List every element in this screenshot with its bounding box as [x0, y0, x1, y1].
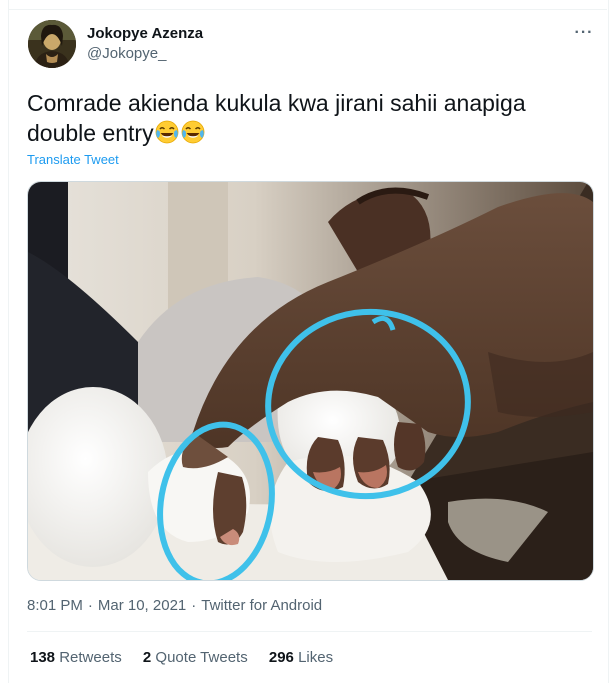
translate-tweet-link[interactable]: Translate Tweet: [27, 152, 119, 167]
tweet-source[interactable]: Twitter for Android: [201, 597, 322, 614]
quote-tweets-count: 2: [142, 649, 152, 666]
face-with-tears-of-joy-icon: [180, 119, 206, 152]
author-display-name[interactable]: Jokopye Azenza: [87, 25, 203, 42]
retweets-stat[interactable]: 138 Retweets: [30, 649, 122, 666]
quote-tweets-label: Quote Tweets: [155, 649, 248, 666]
tweet-body: Comrade akienda kukula kwa jirani sahii …: [27, 90, 526, 146]
meta-separator: ·: [87, 597, 93, 614]
tweet-timestamp: 8:01 PM · Mar 10, 2021 · Twitter for Android: [27, 597, 322, 614]
tweet-text: Comrade akienda kukula kwa jirani sahii …: [27, 88, 587, 152]
tweet-date[interactable]: Mar 10, 2021: [98, 597, 186, 614]
divider: [8, 9, 607, 10]
meta-separator: ·: [191, 597, 197, 614]
quote-tweets-stat[interactable]: 2 Quote Tweets: [143, 649, 248, 666]
likes-count: 296: [268, 649, 294, 666]
retweets-count: 138: [30, 649, 56, 666]
face-with-tears-of-joy-icon: [154, 119, 180, 152]
author-handle[interactable]: @Jokopye_: [87, 45, 166, 62]
tweet-photo[interactable]: [27, 181, 594, 581]
more-horizontal-icon[interactable]: ···: [572, 24, 596, 44]
divider: [27, 631, 592, 632]
likes-stat[interactable]: 296 Likes: [269, 649, 333, 666]
likes-label: Likes: [298, 649, 334, 666]
engagement-stats: 138 Retweets 2 Quote Tweets 296 Likes: [30, 649, 350, 666]
avatar[interactable]: [28, 20, 76, 68]
tweet-time[interactable]: 8:01 PM: [27, 597, 83, 614]
retweets-label: Retweets: [59, 649, 122, 666]
